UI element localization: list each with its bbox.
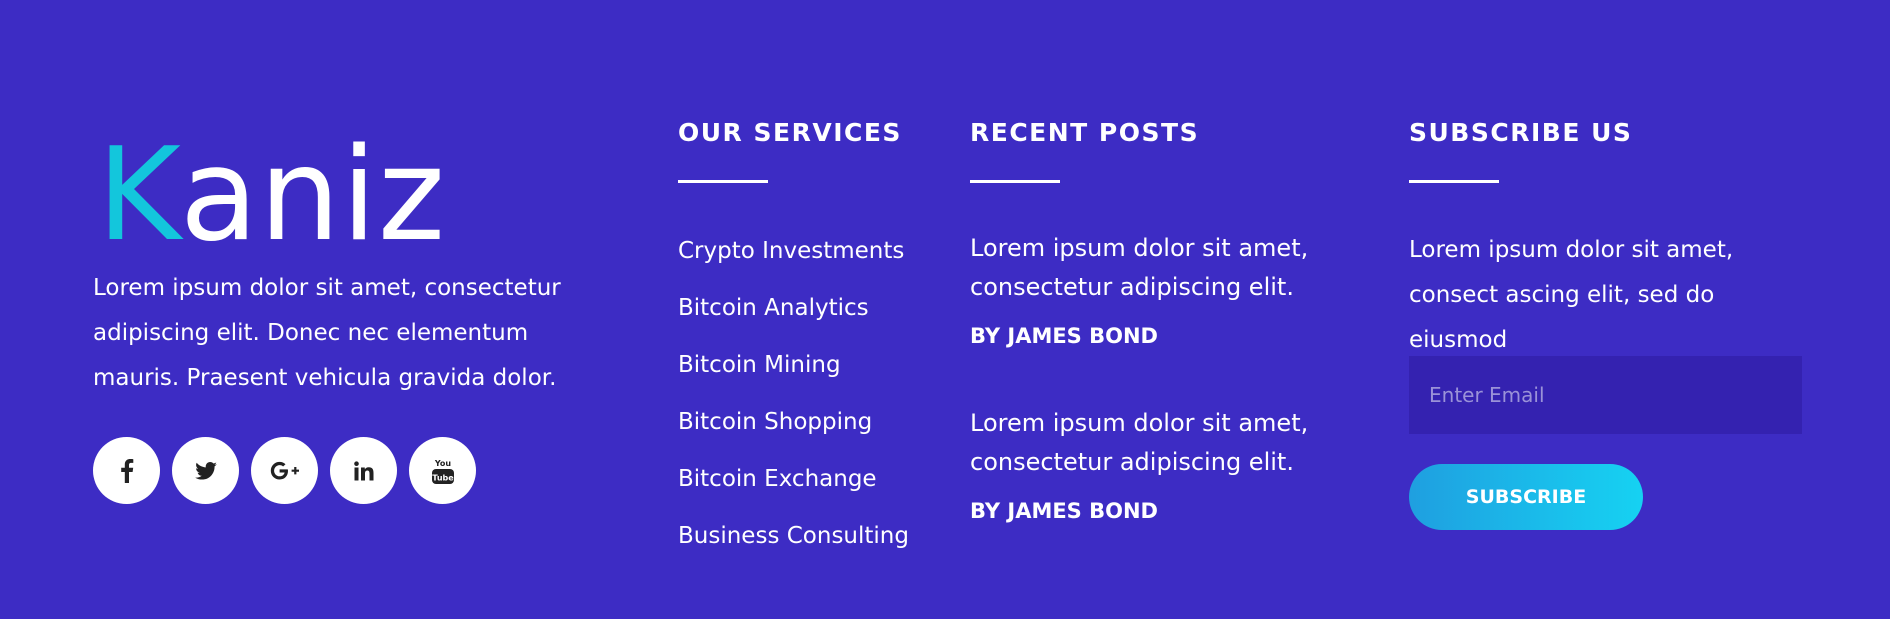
youtube-icon: You Tube [431,459,454,484]
kaniz-logo[interactable]: Kaniz [97,132,446,260]
service-link-business-consulting[interactable]: Business Consulting [678,517,909,574]
svg-text:You: You [433,459,451,468]
services-list: Crypto Investments Bitcoin Analytics Bit… [678,232,909,574]
recent-posts-heading-underline [970,180,1060,183]
services-heading-underline [678,180,768,183]
linkedin-icon [353,460,373,480]
google-plus-icon [270,461,299,479]
service-link-bitcoin-shopping[interactable]: Bitcoin Shopping [678,403,909,460]
email-input[interactable] [1409,356,1802,434]
service-link-bitcoin-analytics[interactable]: Bitcoin Analytics [678,289,909,346]
recent-post-title[interactable]: Lorem ipsum dolor sit amet, consectetur … [970,404,1350,482]
twitter-icon [194,461,217,480]
recent-post-author: BY JAMES BOND [970,499,1158,523]
youtube-button[interactable]: You Tube [409,437,476,504]
service-link-bitcoin-exchange[interactable]: Bitcoin Exchange [678,460,909,517]
service-link-crypto-investments[interactable]: Crypto Investments [678,232,909,289]
twitter-button[interactable] [172,437,239,504]
google-plus-button[interactable] [251,437,318,504]
subscribe-description: Lorem ipsum dolor sit amet, consect asci… [1409,237,1734,353]
logo-first-letter: K [97,121,180,270]
recent-posts-heading: RECENT POSTS [970,118,1200,147]
service-link-bitcoin-mining[interactable]: Bitcoin Mining [678,346,909,403]
linkedin-button[interactable] [330,437,397,504]
social-links: You Tube [93,437,476,504]
services-heading: OUR SERVICES [678,118,902,147]
subscribe-heading: SUBSCRIBE US [1409,118,1633,147]
brand-description: Lorem ipsum dolor sit amet, consectetur … [93,275,561,391]
recent-post-title[interactable]: Lorem ipsum dolor sit amet, consectetur … [970,229,1350,307]
recent-post-item: Lorem ipsum dolor sit amet, consectetur … [970,404,1350,523]
facebook-icon [120,458,133,483]
subscribe-heading-underline [1409,180,1499,183]
svg-text:Tube: Tube [432,473,454,482]
facebook-button[interactable] [93,437,160,504]
logo-rest-letters: aniz [179,121,446,270]
recent-post-item: Lorem ipsum dolor sit amet, consectetur … [970,229,1350,348]
subscribe-button[interactable]: SUBSCRIBE [1409,464,1643,530]
recent-post-author: BY JAMES BOND [970,324,1158,348]
